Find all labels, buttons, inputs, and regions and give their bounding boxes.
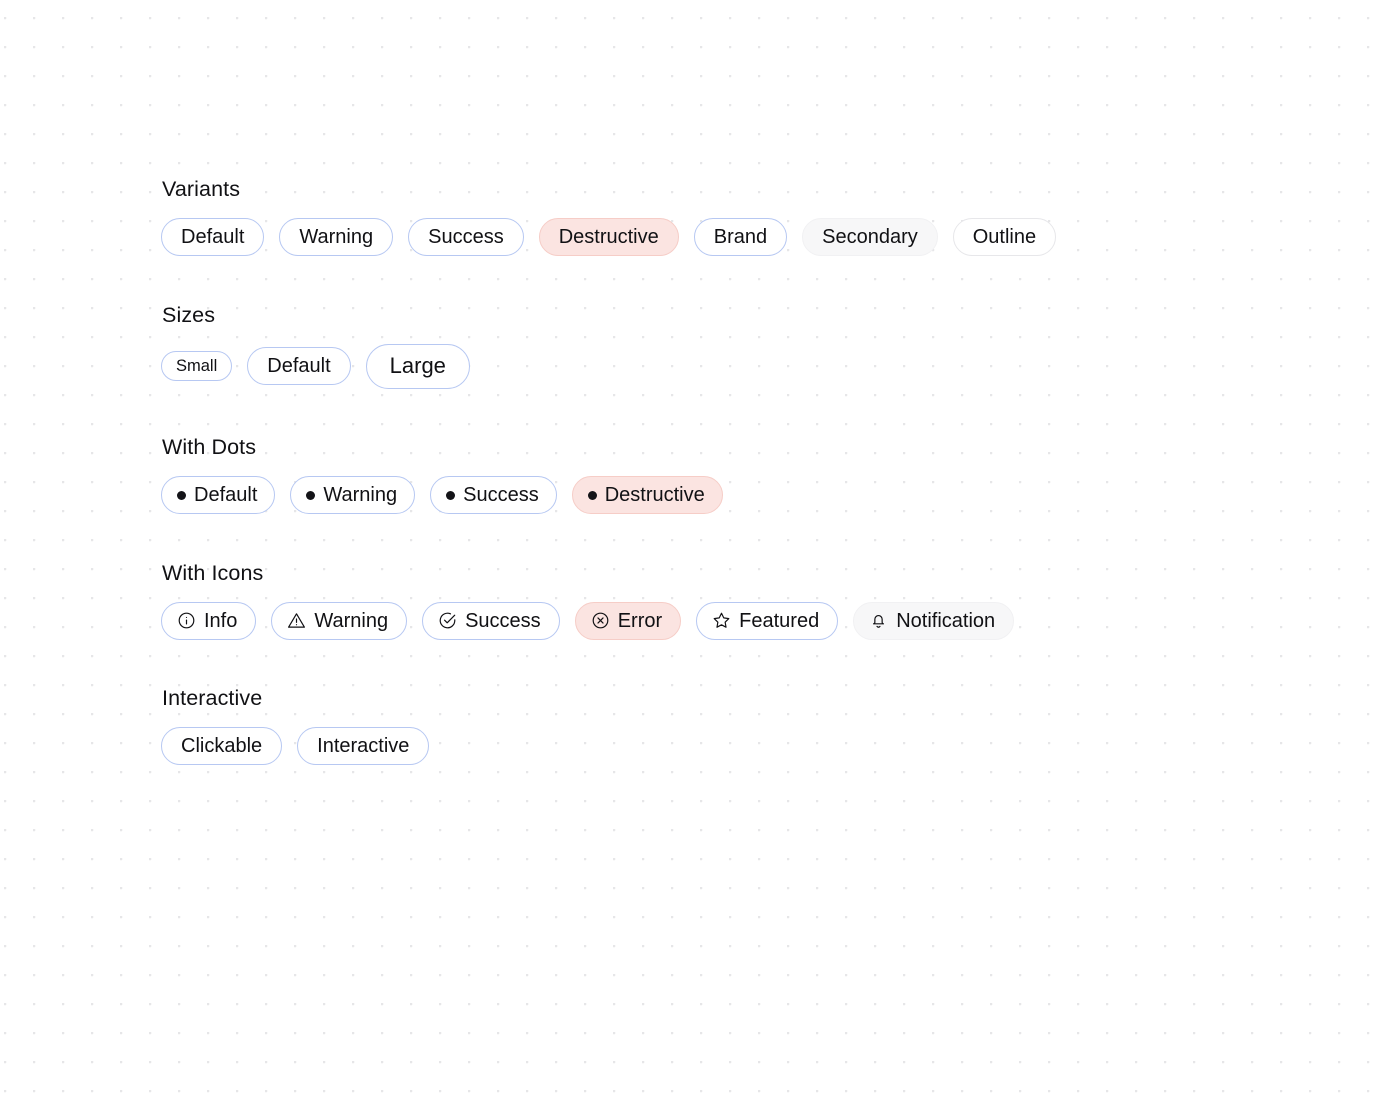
badge-row-variants: Default Warning Success Destructive Brand Sec… xyxy=(161,218,1382,256)
badge-label: Destructive xyxy=(558,226,659,248)
badge-row-interactive: Clickable Interactive xyxy=(161,727,1382,765)
badge-variants-brand[interactable]: Brand xyxy=(693,218,788,256)
badge-variants-warning[interactable]: Warning xyxy=(279,218,394,256)
badge-label: Destructive xyxy=(604,484,705,506)
badge-variants-destructive[interactable]: Destructive xyxy=(538,218,679,256)
bell-icon xyxy=(869,611,888,630)
badge-with-dots-warning[interactable]: Warning xyxy=(290,476,416,514)
badge-row-sizes: Small Default Large xyxy=(161,343,1382,389)
badge-label: Error xyxy=(617,609,663,632)
sections-container: Variants Default Warning Success Destructive… xyxy=(161,176,1382,765)
info-circle-icon xyxy=(177,611,196,630)
badge-sizes-small[interactable]: Small xyxy=(161,351,233,381)
badge-label: Info xyxy=(204,609,238,632)
badge-label: Small xyxy=(176,356,218,375)
badge-variants-success[interactable]: Success xyxy=(408,218,524,256)
section-with-dots: With Dots Default Warning Success Destructiv… xyxy=(161,434,1382,514)
badge-label: Outline xyxy=(972,226,1037,248)
badge-label: Success xyxy=(465,609,541,632)
section-title-sizes: Sizes xyxy=(162,302,216,327)
section-interactive: Interactive Clickable Interactive xyxy=(161,685,1382,765)
badge-with-dots-destructive[interactable]: Destructive xyxy=(571,476,723,514)
badge-interactive-clickable[interactable]: Clickable xyxy=(161,727,283,765)
badge-label: Brand xyxy=(713,226,768,248)
badge-label: Default xyxy=(194,484,258,506)
badge-sizes-large[interactable]: Large xyxy=(365,343,470,389)
section-title-interactive: Interactive xyxy=(162,686,263,710)
badge-label: Default xyxy=(181,226,245,248)
badge-variants-default[interactable]: Default xyxy=(161,218,265,256)
x-circle-icon xyxy=(591,611,610,630)
status-dot-icon xyxy=(587,490,597,500)
badge-row-with-dots: Default Warning Success Destructive xyxy=(161,476,1382,514)
status-dot-icon xyxy=(177,490,186,500)
badge-with-icons-error[interactable]: Error xyxy=(574,601,682,640)
badge-with-icons-info[interactable]: Info xyxy=(161,601,257,640)
badge-label: Warning xyxy=(299,226,374,248)
badge-with-dots-default[interactable]: Default xyxy=(161,476,276,514)
section-sizes: Sizes Small Default Large xyxy=(161,302,1382,389)
badge-label: Large xyxy=(389,353,446,378)
badge-sizes-default[interactable]: Default xyxy=(247,347,351,385)
star-icon xyxy=(712,611,731,630)
badge-with-icons-featured[interactable]: Featured xyxy=(696,601,839,640)
badge-label: Warning xyxy=(323,484,398,506)
badge-with-icons-success[interactable]: Success xyxy=(422,601,560,640)
badge-row-with-icons: Info Warning Success Error Featured Notificat… xyxy=(161,601,1382,640)
badge-label: Success xyxy=(463,484,539,506)
section-title-with-icons: With Icons xyxy=(162,560,264,585)
badge-label: Notification xyxy=(896,609,996,632)
section-title-variants: Variants xyxy=(162,177,241,201)
badge-label: Clickable xyxy=(181,735,263,757)
alert-triangle-icon xyxy=(287,611,306,630)
section-variants: Variants Default Warning Success Destructive… xyxy=(161,176,1382,256)
section-with-icons: With Icons Info Warning Success Error Feature… xyxy=(161,560,1382,640)
check-circle-icon xyxy=(438,611,457,630)
badge-with-icons-notification[interactable]: Notification xyxy=(853,601,1015,640)
badge-with-dots-success[interactable]: Success xyxy=(430,476,557,514)
badge-label: Secondary xyxy=(822,226,918,248)
badge-label: Featured xyxy=(739,609,820,632)
status-dot-icon xyxy=(446,490,456,500)
badge-with-icons-warning[interactable]: Warning xyxy=(271,601,408,640)
status-dot-icon xyxy=(306,490,316,500)
badge-label: Interactive xyxy=(317,735,410,757)
badge-label: Success xyxy=(428,226,504,248)
badge-variants-secondary[interactable]: Secondary xyxy=(802,218,938,256)
badge-label: Warning xyxy=(314,609,389,632)
section-title-with-dots: With Dots xyxy=(162,435,257,459)
badge-interactive-interactive[interactable]: Interactive xyxy=(297,727,430,765)
badge-label: Default xyxy=(267,355,331,377)
badge-showcase-page: Variants Default Warning Success Destructive… xyxy=(0,0,1382,1106)
badge-variants-outline[interactable]: Outline xyxy=(952,218,1057,256)
